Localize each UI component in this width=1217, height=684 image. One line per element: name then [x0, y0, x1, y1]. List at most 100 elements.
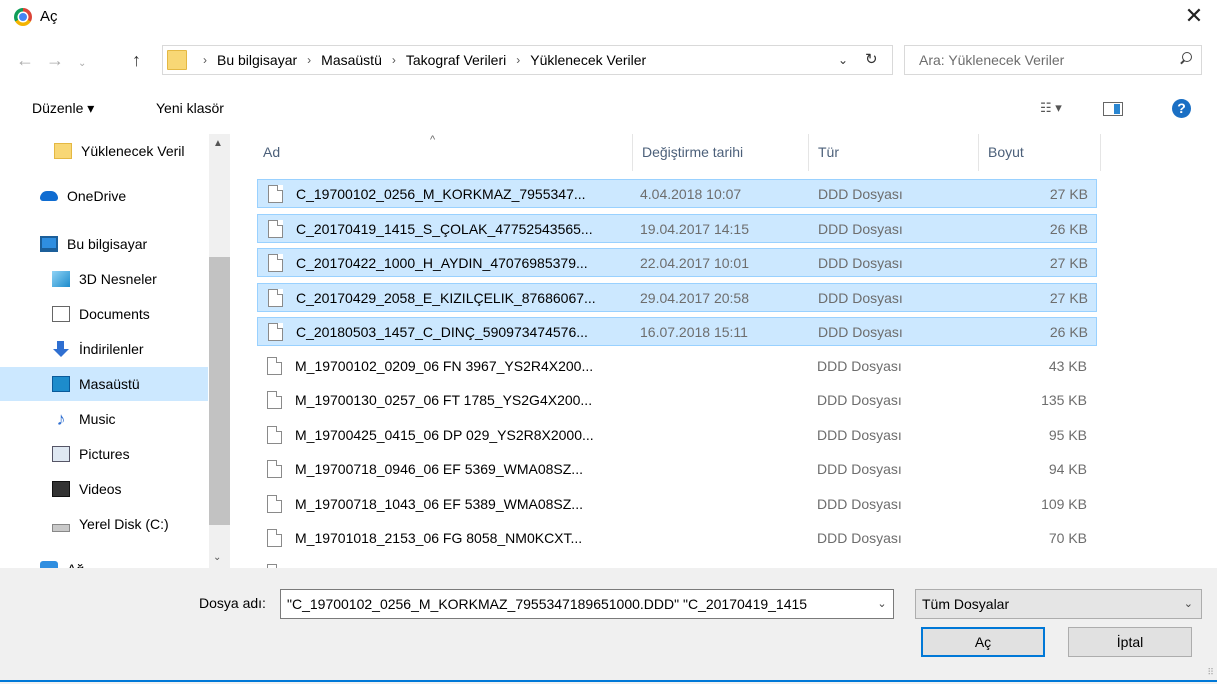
table-row[interactable]: M_19701018_2153_06 FG 8058_NM0KCXT... DDD…	[257, 524, 1097, 553]
cancel-button[interactable]: İptal	[1068, 627, 1192, 657]
file-type: DDD Dosyası	[817, 530, 902, 546]
file-size: 27 KB	[1049, 186, 1088, 202]
organize-button[interactable]: Düzenle ▾	[32, 100, 94, 117]
table-row[interactable]: M_19700102_0209_06 FN 3967_YS2R4X200... D…	[257, 352, 1097, 381]
table-row[interactable]: C_20180503_1457_C_DINÇ_590973474576... 16…	[257, 317, 1097, 346]
sidebar-item-label: Bu bilgisayar	[67, 236, 148, 252]
chevron-down-icon[interactable]: ⌄	[871, 590, 893, 618]
chevron-down-icon[interactable]: ⌄	[1184, 597, 1193, 610]
file-type: DDD Dosyası	[818, 289, 903, 306]
file-name[interactable]: C_20180503_1457_C_DINÇ_590973474576...	[296, 324, 588, 340]
search-icon[interactable]	[1179, 52, 1192, 65]
video-icon	[52, 481, 70, 497]
desktop-icon	[52, 376, 70, 392]
scroll-down-icon[interactable]: ⌄	[213, 552, 221, 563]
open-button[interactable]: Aç	[921, 627, 1045, 657]
view-options-button[interactable]: ☷ ▾	[1040, 100, 1062, 116]
breadcrumb-item-takograf-verileri[interactable]: Takograf Verileri	[406, 52, 506, 68]
breadcrumb-separator[interactable]: ›	[392, 53, 396, 67]
document-icon	[52, 306, 70, 322]
table-row[interactable]: M_19700718_0946_06 EF 5369_WMA08SZ... DDD…	[257, 455, 1097, 484]
address-history-dropdown[interactable]: ⌄	[838, 53, 848, 67]
forward-button[interactable]: →	[46, 50, 64, 70]
chrome-icon	[14, 8, 32, 26]
sidebar-item-label: Pictures	[79, 446, 130, 462]
file-name[interactable]: C_19700102_0256_M_KORKMAZ_7955347...	[296, 186, 586, 202]
file-list: Ad Değiştirme tarihi Tür Boyut C_1970010…	[254, 134, 1217, 582]
breadcrumb-item-masaustu[interactable]: Masaüstü	[321, 52, 382, 68]
sidebar-item-indirilenler[interactable]: İndirilenler	[0, 332, 208, 366]
breadcrumb-separator[interactable]: ›	[203, 53, 207, 67]
sidebar-item-documents[interactable]: Documents	[0, 297, 208, 331]
breadcrumb-item-bu-bilgisayar[interactable]: Bu bilgisayar	[217, 52, 297, 68]
file-icon	[267, 494, 282, 513]
close-button[interactable]: ✕	[1179, 2, 1209, 30]
sidebar-item-masaustu[interactable]: Masaüstü	[0, 367, 208, 401]
sidebar-item-ag[interactable]: Ağ	[0, 552, 208, 568]
sidebar-scrollbar-thumb[interactable]	[209, 257, 230, 525]
music-icon: ♪	[56, 409, 66, 429]
sidebar-item-music[interactable]: ♪ Music	[0, 402, 208, 436]
breadcrumb-separator[interactable]: ›	[516, 53, 520, 67]
file-name[interactable]: M_19700130_0257_06 FT 1785_YS2G4X200...	[295, 392, 592, 408]
column-header-size[interactable]: Boyut	[979, 134, 1101, 171]
table-row[interactable]: C_20170419_1415_S_ÇOLAK_47752543565... 19…	[257, 213, 1097, 243]
file-name[interactable]: C_20170419_1415_S_ÇOLAK_47752543565...	[296, 221, 593, 237]
help-icon[interactable]: ?	[1172, 99, 1191, 118]
recent-locations-button[interactable]: ⌄	[78, 54, 86, 74]
sidebar-item-3d-nesneler[interactable]: 3D Nesneler	[0, 262, 208, 296]
scroll-up-icon[interactable]: ▲	[213, 138, 223, 149]
refresh-button[interactable]: ↻	[865, 50, 878, 68]
preview-pane-icon[interactable]	[1103, 102, 1123, 116]
column-header-type[interactable]: Tür	[809, 134, 979, 171]
disk-icon	[52, 524, 70, 532]
file-size: 95 KB	[1048, 426, 1087, 443]
breadcrumb-item-yuklenecek-veriler[interactable]: Yüklenecek Veriler	[530, 52, 646, 68]
sidebar-item-yerel-disk[interactable]: Yerel Disk (C:)	[0, 507, 208, 541]
filename-label: Dosya adı:	[199, 595, 266, 611]
up-button[interactable]: ↑	[132, 50, 141, 70]
file-name[interactable]: M_19700102_0209_06 FN 3967_YS2R4X200...	[295, 358, 593, 374]
sidebar-item-onedrive[interactable]: OneDrive	[0, 179, 208, 213]
sidebar-item-label: Music	[79, 411, 116, 427]
table-row[interactable]: M_19700718_1043_06 EF 5389_WMA08SZ... DDD…	[257, 490, 1097, 519]
resize-grip-icon[interactable]: ⠿	[1207, 667, 1214, 678]
column-header-name[interactable]: Ad	[254, 134, 633, 171]
sidebar-item-videos[interactable]: Videos	[0, 472, 208, 506]
file-icon	[267, 425, 282, 444]
file-date: 22.04.2017 10:01	[640, 255, 749, 271]
sidebar-item-bu-bilgisayar[interactable]: Bu bilgisayar	[0, 227, 208, 261]
breadcrumb-separator[interactable]: ›	[307, 53, 311, 67]
download-icon	[52, 341, 70, 357]
file-icon	[268, 185, 283, 203]
file-icon	[267, 460, 282, 478]
table-row[interactable]: M_19700130_0257_06 FT 1785_YS2G4X200... D…	[257, 386, 1097, 415]
search-input[interactable]: Ara: Yüklenecek Veriler	[904, 45, 1202, 75]
network-icon	[40, 561, 58, 568]
table-row[interactable]: M_19700425_0415_06 DP 029_YS2R8X2000... D…	[257, 421, 1097, 450]
file-date: 29.04.2017 20:58	[640, 289, 749, 306]
address-bar[interactable]: › Bu bilgisayar › Masaüstü › Takograf Ve…	[162, 45, 893, 75]
filename-input[interactable]: "C_19700102_0256_M_KORKMAZ_7955347189651…	[280, 589, 894, 619]
sidebar-item-label: Masaüstü	[79, 376, 140, 392]
back-button[interactable]: ←	[16, 50, 34, 70]
file-name[interactable]: C_20170429_2058_E_KIZILÇELIK_87686067...	[296, 290, 596, 306]
file-name[interactable]: M_19700718_1043_06 EF 5389_WMA08SZ...	[295, 496, 583, 512]
sidebar-item-pictures[interactable]: Pictures	[0, 437, 208, 471]
table-row[interactable]: C_19700102_0256_M_KORKMAZ_7955347... 4.04…	[257, 179, 1097, 208]
new-folder-button[interactable]: Yeni klasör	[156, 100, 224, 116]
table-row[interactable]: C_20170429_2058_E_KIZILÇELIK_87686067...…	[257, 282, 1097, 312]
file-name[interactable]: M_19700425_0415_06 DP 029_YS2R8X2000...	[295, 427, 594, 443]
file-name[interactable]: M_19700718_0946_06 EF 5369_WMA08SZ...	[295, 461, 583, 477]
file-size: 26 KB	[1049, 324, 1088, 340]
table-row[interactable]: C_20170422_1000_H_AYDIN_47076985379... 22…	[257, 248, 1097, 277]
sidebar-item-yuklenecek-veriler[interactable]: Yüklenecek Veril	[0, 134, 208, 168]
file-name[interactable]: M_19701018_2153_06 FG 8058_NM0KCXT...	[295, 530, 582, 546]
file-name[interactable]: C_20170422_1000_H_AYDIN_47076985379...	[296, 255, 588, 271]
file-type: DDD Dosyası	[817, 461, 902, 477]
file-type-value: Tüm Dosyalar	[922, 596, 1010, 612]
column-header-date[interactable]: Değiştirme tarihi	[633, 134, 809, 171]
file-type-select[interactable]: Tüm Dosyalar ⌄	[915, 589, 1202, 619]
file-type: DDD Dosyası	[817, 392, 902, 408]
filename-value[interactable]: "C_19700102_0256_M_KORKMAZ_7955347189651…	[287, 596, 807, 612]
